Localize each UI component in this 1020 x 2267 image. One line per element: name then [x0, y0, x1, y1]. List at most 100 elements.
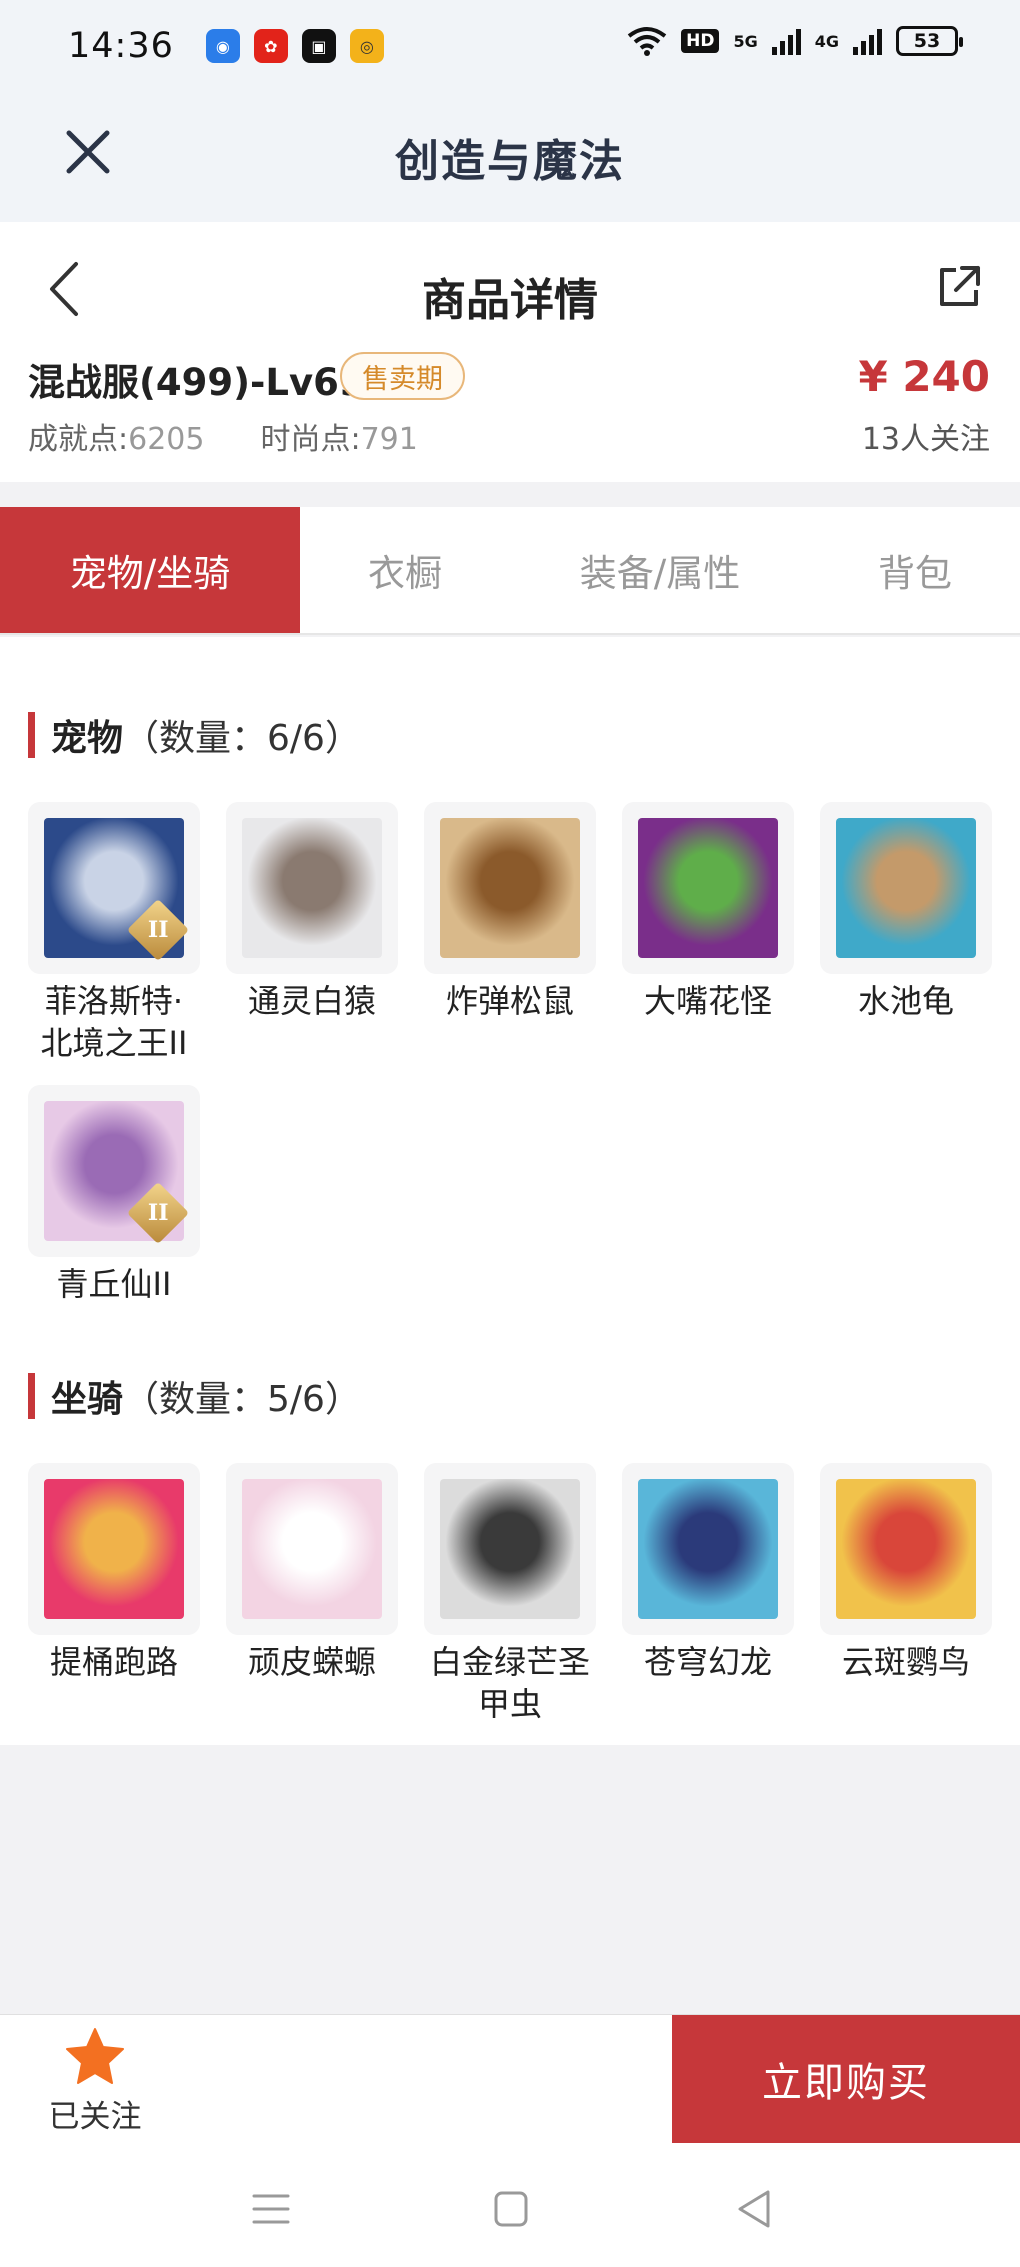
menu-nav-button[interactable] — [246, 2184, 296, 2234]
status-app-icons: ◉ ✿ ▣ ◎ — [205, 29, 384, 63]
pet-image — [440, 818, 580, 958]
pet-image — [242, 818, 382, 958]
mount-item[interactable]: 顽皮蝾螈 — [226, 1463, 398, 1683]
pet-name: 水池龟 — [857, 982, 954, 1020]
app-notification-icon: ▣ — [301, 29, 336, 63]
section-accent-bar — [28, 1373, 35, 1419]
mount-name: 顽皮蝾螈 — [247, 1643, 376, 1681]
status-time: 14:36 — [68, 26, 174, 66]
pet-item[interactable]: 大嘴花怪 — [622, 802, 794, 1022]
wifi-icon — [627, 27, 667, 56]
section-accent-bar — [28, 712, 35, 758]
tab-wardrobe[interactable]: 衣橱 — [300, 507, 510, 633]
grade-label: II — [147, 1200, 169, 1226]
close-icon — [66, 130, 110, 174]
tab-pets-mounts[interactable]: 宠物/坐骑 — [0, 507, 300, 633]
mount-image — [440, 1479, 580, 1619]
star-icon — [66, 2028, 124, 2084]
status-bar: 14:36 ◉ ✿ ▣ ◎ HD 5G 4G 53 — [0, 0, 1020, 92]
network-4g-label: 4G — [814, 31, 839, 51]
bottom-action-bar: 已关注 立即购买 — [0, 2014, 1020, 2144]
pets-count: （数量：6/6） — [123, 718, 361, 759]
pet-thumbnail — [424, 802, 596, 974]
close-button[interactable] — [58, 122, 118, 182]
achievement-points: 成就点:6205 — [28, 414, 204, 458]
signal-5g-icon — [771, 27, 801, 55]
mount-thumbnail — [28, 1463, 200, 1635]
tab-backpack[interactable]: 背包 — [810, 507, 1020, 633]
tab-content: 宠物 （数量：6/6） II 菲洛斯特· 北境之王II 通灵白猿 炸弹松鼠 大嘴花怪 水池龟… — [0, 637, 1020, 1745]
mount-name: 白金绿芒圣 甲虫 — [429, 1643, 590, 1723]
grade-label: II — [147, 917, 169, 943]
network-5g-label: 5G — [733, 31, 758, 51]
app-notification-icon: ◉ — [205, 29, 240, 63]
pet-thumbnail — [226, 802, 398, 974]
share-button[interactable] — [934, 262, 984, 312]
pet-thumbnail: II — [28, 802, 200, 974]
back-nav-button[interactable] — [730, 2184, 780, 2234]
mount-image — [44, 1479, 184, 1619]
fashion-points: 时尚点:791 — [260, 414, 417, 458]
fashion-value: 791 — [360, 422, 418, 457]
mount-thumbnail — [424, 1463, 596, 1635]
mount-item[interactable]: 苍穹幻龙 — [622, 1463, 794, 1683]
follow-label: 已关注 — [48, 2099, 142, 2135]
pet-name: 菲洛斯特· 北境之王II — [40, 982, 188, 1062]
menu-icon — [252, 2194, 290, 2224]
mount-item[interactable]: 云斑鹦鸟 — [820, 1463, 992, 1683]
mounts-title: 坐骑 — [51, 1379, 124, 1420]
pet-name: 青丘仙II — [56, 1265, 172, 1303]
mount-thumbnail — [226, 1463, 398, 1635]
achievement-label: 成就点: — [28, 422, 129, 457]
mount-image — [638, 1479, 778, 1619]
buy-now-button[interactable]: 立即购买 — [672, 2015, 1020, 2143]
pet-image — [638, 818, 778, 958]
product-header: 商品详情 混战服(499)-Lv69 售卖期 ¥ 240 成就点:6205 时尚… — [0, 222, 1020, 482]
pet-thumbnail: II — [28, 1085, 200, 1257]
hd-voice-icon: HD — [681, 29, 720, 53]
follow-button[interactable]: 已关注 — [30, 2027, 160, 2136]
category-tabs: 宠物/坐骑 衣橱 装备/属性 背包 — [0, 507, 1020, 635]
pet-thumbnail — [820, 802, 992, 974]
home-square-icon — [494, 2191, 528, 2227]
mount-item[interactable]: 白金绿芒圣 甲虫 — [424, 1463, 596, 1725]
mount-thumbnail — [820, 1463, 992, 1635]
pet-item[interactable]: II 青丘仙II — [28, 1085, 200, 1305]
pet-item[interactable]: II 菲洛斯特· 北境之王II — [28, 802, 200, 1064]
product-stats: 成就点:6205 时尚点:791 — [28, 414, 418, 458]
mounts-count: （数量：5/6） — [123, 1379, 361, 1420]
battery-level: 53 — [913, 30, 941, 52]
product-name: 混战服(499)-Lv69 — [28, 361, 365, 404]
battery-icon: 53 — [896, 26, 963, 56]
pet-name: 炸弹松鼠 — [445, 982, 574, 1020]
share-icon — [940, 266, 980, 306]
back-triangle-icon — [738, 2190, 770, 2228]
pet-image — [836, 818, 976, 958]
pet-item[interactable]: 水池龟 — [820, 802, 992, 1022]
mount-item[interactable]: 提桶跑路 — [28, 1463, 200, 1683]
pet-thumbnail — [622, 802, 794, 974]
app-title: 创造与魔法 — [395, 136, 625, 187]
mount-image — [242, 1479, 382, 1619]
mount-thumbnail — [622, 1463, 794, 1635]
mount-image — [836, 1479, 976, 1619]
signal-4g-icon — [853, 27, 882, 55]
pet-name: 通灵白猿 — [247, 982, 376, 1020]
page-title: 商品详情 — [422, 275, 598, 326]
pet-item[interactable]: 通灵白猿 — [226, 802, 398, 1022]
pet-item[interactable]: 炸弹松鼠 — [424, 802, 596, 1022]
follower-count: 13人关注 — [861, 422, 990, 457]
home-nav-button[interactable] — [486, 2184, 536, 2234]
achievement-value: 6205 — [128, 422, 205, 457]
app-notification-icon: ✿ — [253, 29, 288, 63]
app-notification-icon: ◎ — [349, 29, 384, 63]
fashion-label: 时尚点: — [260, 422, 361, 457]
pet-name: 大嘴花怪 — [643, 982, 772, 1020]
pets-section-title: 宠物 （数量：6/6） — [28, 709, 361, 761]
tab-equipment-attributes[interactable]: 装备/属性 — [510, 507, 810, 633]
section-divider — [0, 482, 1020, 507]
pets-title: 宠物 — [51, 718, 124, 759]
sale-status-badge: 售卖期 — [340, 352, 465, 400]
app-bar: 创造与魔法 — [0, 92, 1020, 222]
system-nav-bar — [0, 2144, 1020, 2267]
